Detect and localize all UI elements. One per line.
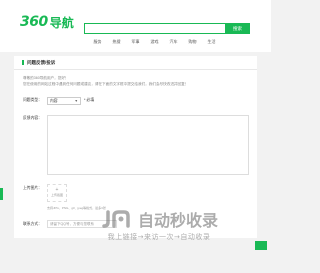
upload-button[interactable]: + 上传截图 bbox=[47, 184, 67, 202]
upload-button-label: 上传截图 bbox=[50, 193, 63, 197]
chevron-down-icon: ▼ bbox=[74, 99, 78, 103]
type-label: 问题类型： bbox=[23, 98, 42, 102]
nav-item[interactable]: 服务 bbox=[88, 39, 107, 45]
intro-line: 您在使用的网站过程中遇到任何问题或建议，请在下面的文字框中提交给我们，我们会尽快… bbox=[23, 82, 189, 86]
watermark-subtitle: 我上链接→来访一次→自动收录 bbox=[107, 233, 211, 241]
form-title: 问题反馈/投诉 bbox=[27, 59, 56, 65]
watermark: 自动秒收录 我上链接→来访一次→自动收录 bbox=[100, 207, 218, 242]
nav-item[interactable]: 游戏 bbox=[145, 39, 164, 45]
top-nav: 服务 热搜 军事 游戏 汽车 购物 生活 bbox=[88, 39, 221, 45]
header: 360 导航 搜索 服务 热搜 军事 游戏 汽车 购物 生活 bbox=[0, 0, 271, 52]
search-button[interactable]: 搜索 bbox=[225, 23, 250, 34]
contact-label: 联系方式： bbox=[23, 222, 42, 226]
nav-item[interactable]: 军事 bbox=[126, 39, 145, 45]
title-accent-bar bbox=[22, 60, 24, 65]
search-input[interactable] bbox=[84, 23, 225, 34]
nav-item[interactable]: 汽车 bbox=[164, 39, 183, 45]
nav-item[interactable]: 购物 bbox=[183, 39, 202, 45]
intro-text: 尊敬的360导航用户，您好！ 您在使用的网站过程中遇到任何问题或建议，请在下面的… bbox=[23, 75, 188, 87]
logo[interactable]: 360 导航 bbox=[20, 14, 74, 30]
required-note: * 必填 bbox=[84, 98, 95, 102]
content-textarea[interactable] bbox=[47, 115, 249, 175]
content-label: 反馈内容： bbox=[23, 116, 42, 120]
watermark-main: 自动秒收录 bbox=[100, 207, 218, 231]
submit-button[interactable] bbox=[255, 241, 267, 250]
type-select-value: 内容 bbox=[50, 99, 58, 103]
card-header: 问题反馈/投诉 bbox=[14, 56, 257, 70]
logo-number: 360 bbox=[20, 14, 48, 30]
search-bar: 搜索 bbox=[84, 23, 250, 34]
nav-item[interactable]: 热搜 bbox=[107, 39, 126, 45]
upload-label: 上传图片： bbox=[23, 186, 42, 190]
logo-text: 导航 bbox=[49, 15, 74, 30]
type-select[interactable]: 内容 ▼ bbox=[47, 97, 81, 105]
nav-item[interactable]: 生活 bbox=[202, 39, 221, 45]
watermark-logo-icon bbox=[100, 210, 138, 228]
upload-hint: 支持JPG、PNG、gif、jpeg等格式，最多3张 bbox=[47, 206, 106, 210]
watermark-title: 自动秒收录 bbox=[138, 211, 219, 230]
side-feedback-tab[interactable] bbox=[0, 188, 3, 200]
